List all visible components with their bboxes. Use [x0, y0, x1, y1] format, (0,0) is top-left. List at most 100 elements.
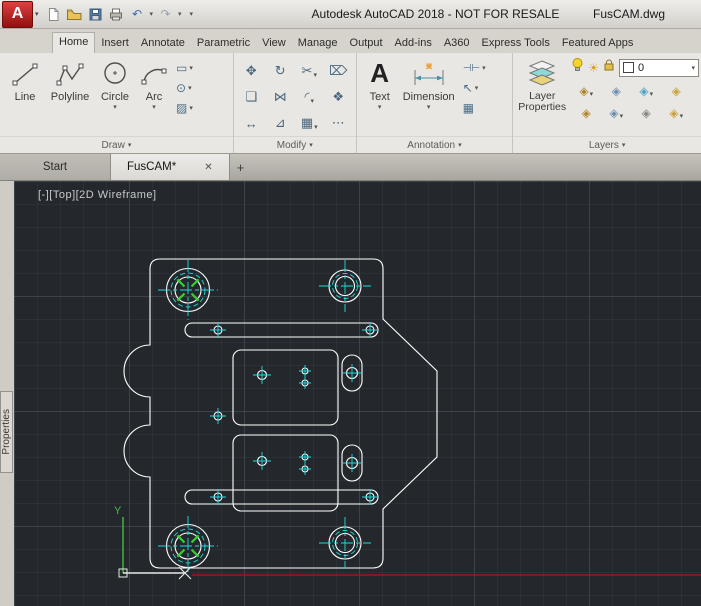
layer-previous-button[interactable]: ◈ [642, 106, 651, 120]
layer-lock-button[interactable]: ◈ [672, 84, 681, 98]
ribbon-tab-featured-apps[interactable]: Featured Apps [556, 33, 640, 53]
chevron-down-icon[interactable]: ▾ [378, 103, 382, 111]
copy-button[interactable]: ❏ [245, 89, 257, 105]
save-floppy-icon [89, 8, 102, 20]
trim-button[interactable]: ✂ ▾ [302, 63, 317, 79]
ribbon-tab-bar: Home Insert Annotate Parametric View Man… [0, 29, 701, 53]
scale-button[interactable]: ⊿ [275, 115, 286, 131]
save-button[interactable] [87, 6, 104, 23]
titlebar: A ▾ ↶ ▾ ↷ ▾ ▾ Autodesk AutoCAD 2018 - NO… [0, 0, 701, 29]
stretch-button[interactable]: ↔ [245, 116, 258, 131]
open-folder-icon [67, 9, 82, 20]
layer-properties-button[interactable]: Layer Properties [517, 55, 567, 113]
workspace: Properties [-][Top][2D Wireframe] Y [0, 181, 701, 606]
ribbon-tab-parametric[interactable]: Parametric [191, 33, 256, 53]
hatch-tool-button[interactable]: ▨ ▾ [176, 98, 193, 118]
undo-button[interactable]: ↶ [129, 6, 146, 23]
chevron-down-icon[interactable]: ▾ [113, 103, 117, 111]
arc-icon [139, 57, 169, 90]
layer-freeze-button[interactable]: ◈ ▾ [639, 84, 653, 98]
panel-title-layers[interactable]: Layers ▾ [513, 136, 701, 153]
pocket-upper[interactable] [232, 349, 339, 426]
line-button[interactable]: Line [4, 55, 46, 103]
move-button[interactable]: ✥ [246, 63, 257, 79]
file-tab-bar: Start FusCAM* ✕ + [0, 154, 701, 181]
ribbon-tab-manage[interactable]: Manage [292, 33, 344, 53]
fillet-button[interactable]: ◜ ▾ [304, 89, 314, 105]
chevron-down-icon[interactable]: ▾ [152, 103, 156, 111]
rotate-button[interactable]: ↻ [275, 63, 286, 79]
layer-current-button[interactable]: ◈ ▾ [609, 106, 623, 120]
ribbon-tab-addins[interactable]: Add-ins [389, 33, 438, 53]
layer-freeze-icon: ◈ [639, 84, 649, 98]
new-tab-button[interactable]: + [230, 154, 252, 180]
new-file-button[interactable] [45, 6, 62, 23]
ribbon-tab-view[interactable]: View [256, 33, 292, 53]
layer-select-dropdown[interactable]: 0 ▾ [619, 58, 699, 77]
close-icon[interactable]: ✕ [204, 162, 212, 173]
chevron-down-icon: ▾ [309, 142, 313, 149]
ribbon-tab-insert[interactable]: Insert [95, 33, 135, 53]
center-marks[interactable] [158, 260, 378, 576]
layer-unlock-button[interactable] [603, 58, 615, 77]
file-tab-start[interactable]: Start [0, 154, 111, 180]
properties-palette-tab[interactable]: Properties [0, 391, 13, 473]
ribbon-tab-express-tools[interactable]: Express Tools [476, 33, 556, 53]
mirror-icon: ⋈ [273, 89, 287, 104]
array-button[interactable]: ▦ ▾ [301, 115, 318, 131]
pocket-lower[interactable] [232, 434, 339, 512]
chevron-down-icon[interactable]: ▾ [427, 103, 431, 111]
layer-lock-icon: ◈ [671, 84, 681, 98]
layer-prev-icon: ◈ [641, 106, 651, 120]
ellipse-tool-icon: ⊙ [176, 81, 187, 95]
arc-button[interactable]: Arc ▾ [136, 55, 172, 111]
rectangle-tool-icon: ▭ [176, 61, 188, 75]
ribbon-tab-annotate[interactable]: Annotate [135, 33, 191, 53]
line-label: Line [14, 91, 36, 103]
lock-icon [604, 59, 614, 71]
drawing-viewport[interactable]: Y [14, 181, 701, 606]
annotation-small-tools: ⊣⊢ ▾ ↖ ▾ ▦ [463, 55, 486, 118]
ribbon-tab-a360[interactable]: A360 [438, 33, 476, 53]
window-title-document: FusCAM.dwg [593, 7, 666, 21]
polyline-button[interactable]: Polyline [46, 55, 94, 103]
layer-thaw-button[interactable]: ☀ [588, 62, 599, 74]
chevron-down-icon: ▾ [621, 142, 626, 149]
ellipse-tool-button[interactable]: ⊙ ▾ [176, 78, 193, 98]
layer-tools-grid: ◈ ▾ ◈ ◈ ▾ ◈ ◈ ◈ ▾ ◈ ◈ ▾ [571, 80, 699, 124]
table-button[interactable]: ▦ [463, 98, 486, 118]
file-tab-fuscam[interactable]: FusCAM* ✕ [111, 154, 230, 180]
layer-isolate-button[interactable]: ◈ [612, 84, 621, 98]
layer-on-off-button[interactable] [571, 58, 584, 77]
autocad-window: A ▾ ↶ ▾ ↷ ▾ ▾ Autodesk AutoCAD 2018 - NO… [0, 0, 701, 606]
plot-button[interactable] [108, 6, 125, 23]
open-file-button[interactable] [66, 6, 83, 23]
undo-chevron-icon[interactable]: ▾ [150, 10, 154, 18]
part-outline[interactable] [123, 258, 438, 569]
ribbon-tab-output[interactable]: Output [344, 33, 389, 53]
linear-dimension-button[interactable]: ⊣⊢ ▾ [463, 58, 486, 78]
layer-off-button[interactable]: ◈ ▾ [579, 84, 593, 98]
panel-title-annotation[interactable]: Annotation ▾ [356, 136, 513, 153]
circle-button[interactable]: Circle ▾ [94, 55, 136, 111]
ribbon-tab-home[interactable]: Home [52, 32, 96, 53]
hatch-marks[interactable] [176, 278, 200, 558]
erase-button[interactable]: ⌦ [329, 63, 347, 79]
layer-state-button[interactable]: ◈ ▾ [669, 106, 683, 120]
panel-title-modify[interactable]: Modify ▾ [233, 136, 356, 153]
leader-button[interactable]: ↖ ▾ [463, 78, 486, 98]
part-geometry[interactable] [123, 258, 438, 569]
panel-layers: Layer Properties ☀ 0 ▾ ◈ ▾ ◈ ◈ ▾ ◈ ◈ ◈ ▾… [513, 53, 701, 153]
layer-match-button[interactable]: ◈ [582, 106, 591, 120]
panel-title-draw[interactable]: Draw ▾ [0, 136, 233, 153]
drawing-canvas[interactable]: [-][Top][2D Wireframe] Y [14, 181, 701, 606]
explode-button[interactable]: ❖ [332, 89, 344, 105]
text-button[interactable]: A Text ▾ [361, 55, 399, 111]
chevron-down-icon: ▾ [189, 65, 193, 72]
chevron-down-icon[interactable]: ▾ [35, 10, 39, 18]
rectangle-tool-button[interactable]: ▭ ▾ [176, 58, 193, 78]
modify-more-button[interactable]: ⋯ [332, 115, 345, 131]
autocad-logo-button[interactable]: A [2, 0, 33, 28]
mirror-button[interactable]: ⋈ [274, 89, 287, 105]
dimension-button[interactable]: Dimension ▾ [399, 55, 459, 111]
